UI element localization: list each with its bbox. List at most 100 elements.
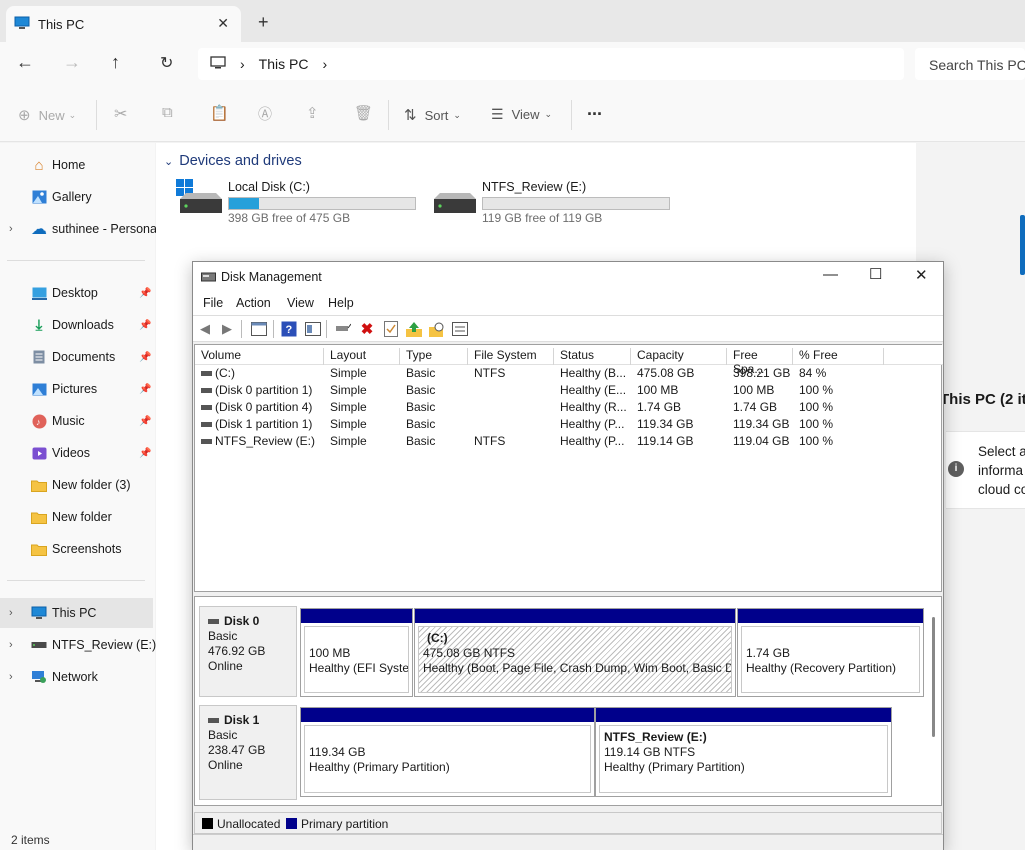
partition-block[interactable]: NTFS_Review (E:) 119.14 GB NTFS Healthy … xyxy=(595,707,892,797)
tab-bar: This PC ✕ + xyxy=(0,0,1025,42)
refresh-icon[interactable]: ↻ xyxy=(160,53,173,73)
sidebar-item-downloads[interactable]: ⤓ Downloads 📌 xyxy=(0,310,153,340)
close-tab-icon[interactable]: ✕ xyxy=(217,15,229,32)
back-icon[interactable]: ← xyxy=(16,52,34,73)
forward-icon[interactable]: → xyxy=(63,52,81,73)
help-icon[interactable]: ? xyxy=(280,320,298,338)
pin-icon[interactable]: 📌 xyxy=(139,288,151,299)
search-folder-icon[interactable] xyxy=(428,320,446,338)
search-input[interactable]: Search This PC xyxy=(915,48,1025,80)
list-view-icon[interactable] xyxy=(451,320,469,338)
sidebar-item-onedrive[interactable]: › ☁ suthinee - Personal xyxy=(0,214,160,244)
partition-block[interactable]: 119.34 GB Healthy (Primary Partition) xyxy=(300,707,595,797)
menu-file[interactable]: File xyxy=(203,296,223,310)
scrollbar[interactable] xyxy=(932,617,935,737)
sidebar-item-folder[interactable]: New folder xyxy=(0,502,153,532)
sidebar-item-home[interactable]: ⌂ Home xyxy=(0,150,153,180)
sidebar-item-folder[interactable]: New folder (3) xyxy=(0,470,153,500)
back-arrow-icon[interactable]: ◀ xyxy=(196,320,214,338)
pin-icon[interactable]: 📌 xyxy=(139,448,151,459)
sidebar-item-documents[interactable]: Documents 📌 xyxy=(0,342,153,372)
address-bar[interactable]: › This PC › xyxy=(198,48,904,80)
disk-type: Basic xyxy=(208,728,238,742)
sidebar-item-label: Videos xyxy=(52,446,90,460)
pin-icon[interactable]: 📌 xyxy=(139,416,151,427)
minimize-icon[interactable]: — xyxy=(823,266,838,283)
new-tab-icon[interactable]: + xyxy=(258,12,269,33)
paste-icon[interactable]: 📋 xyxy=(210,104,229,122)
sidebar-item-folder[interactable]: Screenshots xyxy=(0,534,153,564)
copy-icon[interactable]: ⧉ xyxy=(162,104,173,121)
drive-tile[interactable]: NTFS_Review (E:) 119 GB free of 119 GB xyxy=(426,179,676,229)
sidebar-item-this-pc[interactable]: › This PC xyxy=(0,598,153,628)
up-icon[interactable]: ↑ xyxy=(111,52,120,73)
upload-icon[interactable] xyxy=(405,320,423,338)
volume-cell: NTFS xyxy=(474,434,506,448)
volume-row[interactable]: (C:) Simple Basic NTFS Healthy (B... 475.08 G… xyxy=(195,365,943,382)
chevron-right-icon[interactable]: › xyxy=(9,223,13,235)
drive-tile[interactable]: Local Disk (C:) 398 GB free of 475 GB xyxy=(172,179,422,229)
share-icon[interactable]: ⇪ xyxy=(306,104,319,122)
disk-label[interactable]: Disk 0 Basic 476.92 GB Online xyxy=(199,606,297,697)
chevron-right-icon[interactable]: › xyxy=(322,56,327,72)
volume-row[interactable]: (Disk 0 partition 1) Simple Basic Healthy (… xyxy=(195,382,943,399)
menu-action[interactable]: Action xyxy=(236,296,271,310)
chevron-right-icon[interactable]: › xyxy=(9,607,13,619)
volume-row[interactable]: (Disk 1 partition 1) Simple Basic Healthy (… xyxy=(195,416,943,433)
close-icon[interactable]: ✕ xyxy=(915,266,928,284)
console-icon[interactable] xyxy=(304,320,322,338)
column-header[interactable]: File System xyxy=(468,348,554,365)
column-header[interactable]: Status xyxy=(554,348,631,365)
column-header[interactable]: Free Spa... xyxy=(727,348,793,376)
volume-row[interactable]: (Disk 0 partition 4) Simple Basic Healthy (… xyxy=(195,399,943,416)
delete-icon[interactable]: 🗑 xyxy=(354,104,373,122)
view-button[interactable]: ☰ View ⌄ xyxy=(491,106,552,123)
column-header[interactable]: % Free xyxy=(793,348,884,365)
section-header[interactable]: ⌄ Devices and drives xyxy=(164,153,302,169)
sidebar-item-videos[interactable]: Videos 📌 xyxy=(0,438,153,468)
pin-icon[interactable]: 📌 xyxy=(139,352,151,363)
menu-view[interactable]: View xyxy=(287,296,314,310)
rename-icon[interactable]: Ⓐ xyxy=(258,104,272,124)
pin-icon[interactable]: 📌 xyxy=(139,320,151,331)
column-header[interactable]: Volume xyxy=(195,348,324,365)
breadcrumb[interactable]: This PC xyxy=(259,56,309,72)
drive-icon xyxy=(31,637,47,653)
chevron-right-icon[interactable]: › xyxy=(9,671,13,683)
partition-block[interactable]: (C:) 475.08 GB NTFS Healthy (Boot, Page … xyxy=(414,608,736,697)
sort-button[interactable]: ⇅ Sort ⌄ xyxy=(404,106,461,124)
sidebar-item-desktop[interactable]: Desktop 📌 xyxy=(0,278,153,308)
maximize-icon[interactable]: ☐ xyxy=(869,265,882,283)
chevron-down-icon: ⌄ xyxy=(164,156,174,168)
pin-icon[interactable]: 📌 xyxy=(139,384,151,395)
sidebar-item-music[interactable]: ♪ Music 📌 xyxy=(0,406,153,436)
volume-list: Volume Layout Type File System Status Ca… xyxy=(194,344,943,592)
disk-size: 238.47 GB xyxy=(208,743,266,757)
divider xyxy=(7,580,145,581)
partition-block[interactable]: 1.74 GB Healthy (Recovery Partition) xyxy=(737,608,924,697)
sidebar-item-network[interactable]: › Network xyxy=(0,662,153,692)
new-button[interactable]: ⊕ New ⌄ xyxy=(18,106,76,124)
cut-icon[interactable]: ✂ xyxy=(114,104,127,124)
more-options-icon[interactable]: ... xyxy=(587,99,602,120)
delete-icon[interactable]: ✖ xyxy=(358,320,376,338)
sidebar-item-gallery[interactable]: Gallery xyxy=(0,182,153,212)
column-header[interactable]: Type xyxy=(400,348,468,365)
properties-icon[interactable] xyxy=(250,320,268,338)
tab-this-pc[interactable]: This PC ✕ xyxy=(6,6,241,42)
chevron-right-icon[interactable]: › xyxy=(240,56,245,72)
sidebar-item-pictures[interactable]: Pictures 📌 xyxy=(0,374,153,404)
sidebar-item-drive-e[interactable]: › NTFS_Review (E:) xyxy=(0,630,156,660)
partition-block[interactable]: 100 MB Healthy (EFI Syster xyxy=(300,608,413,697)
forward-arrow-icon[interactable]: ▶ xyxy=(218,320,236,338)
chevron-right-icon[interactable]: › xyxy=(9,639,13,651)
sidebar-item-label: Music xyxy=(52,414,85,428)
menu-help[interactable]: Help xyxy=(328,296,354,310)
disk-label[interactable]: Disk 1 Basic 238.47 GB Online xyxy=(199,705,297,800)
column-header[interactable]: Capacity xyxy=(631,348,727,365)
volume-row[interactable]: NTFS_Review (E:) Simple Basic NTFS Healthy (… xyxy=(195,433,943,450)
connect-icon[interactable] xyxy=(334,320,352,338)
title-bar[interactable]: Disk Management — ☐ ✕ xyxy=(193,262,943,292)
column-header[interactable]: Layout xyxy=(324,348,400,365)
checklist-icon[interactable] xyxy=(382,320,400,338)
